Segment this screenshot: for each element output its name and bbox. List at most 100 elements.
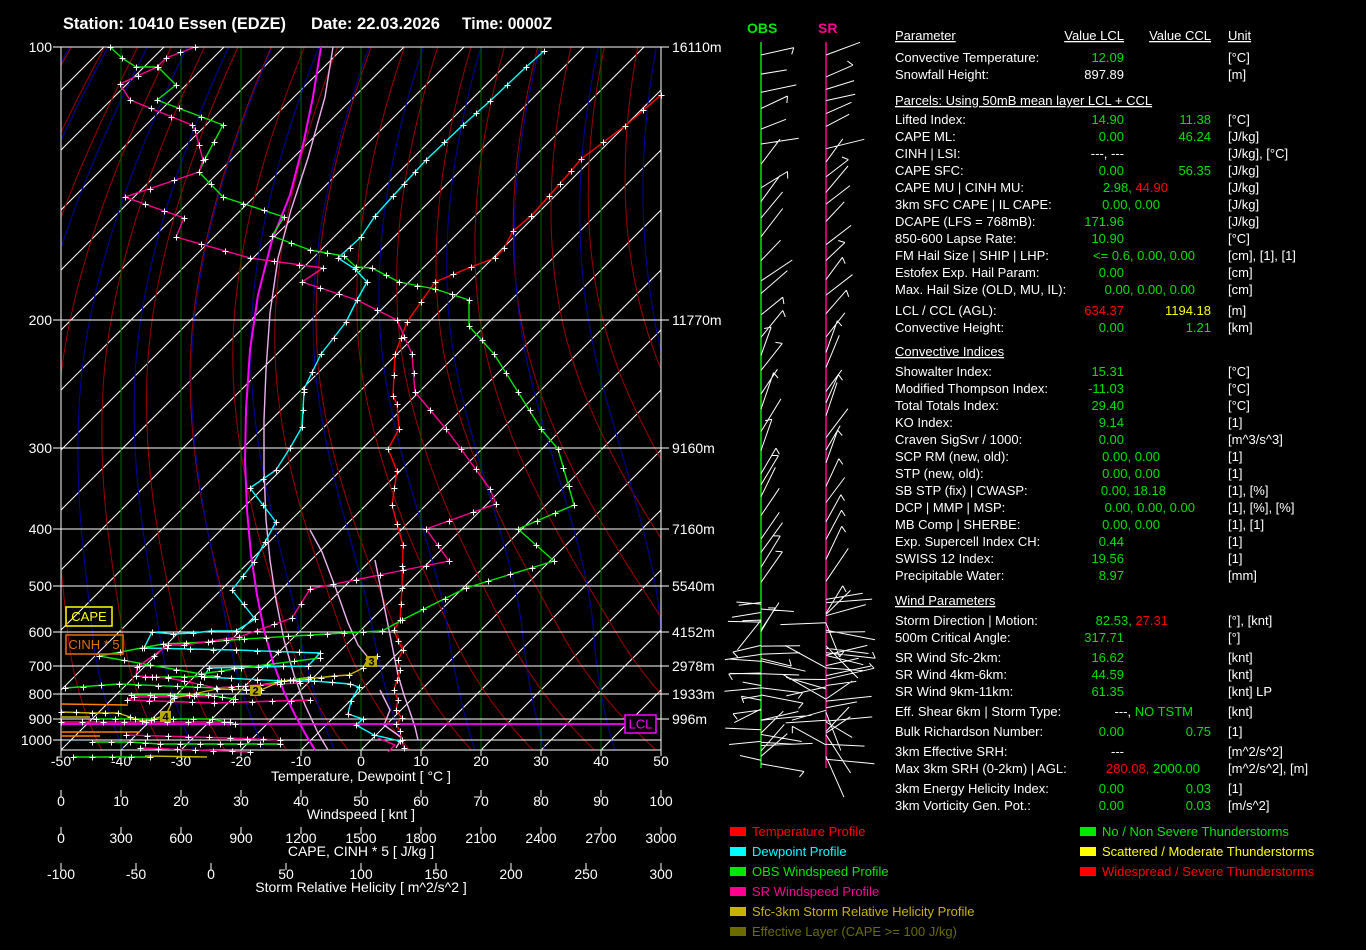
svg-text:KO Index:: KO Index: — [895, 415, 953, 430]
svg-text:200: 200 — [29, 312, 53, 328]
svg-text:600: 600 — [169, 830, 193, 846]
svg-text:OBS: OBS — [747, 20, 777, 36]
svg-text:CAPE ML:: CAPE ML: — [895, 129, 956, 144]
svg-text:16110m: 16110m — [672, 39, 722, 55]
svg-text:Modified Thompson Index:: Modified Thompson Index: — [895, 381, 1048, 396]
svg-text:100: 100 — [29, 39, 53, 55]
svg-text:11770m: 11770m — [672, 312, 722, 328]
svg-text:4: 4 — [162, 712, 169, 724]
svg-text:<= 0.6, 0.00, 0.00: <= 0.6, 0.00, 0.00 — [1093, 248, 1195, 263]
svg-text:Parameter: Parameter — [895, 28, 956, 43]
svg-text:SB STP (fix) | CWASP:: SB STP (fix) | CWASP: — [895, 483, 1028, 498]
svg-text:0: 0 — [57, 830, 65, 846]
svg-text:900: 900 — [229, 830, 253, 846]
svg-text:0.00, 0.00, 0.00: 0.00, 0.00, 0.00 — [1105, 500, 1195, 515]
svg-text:500: 500 — [29, 578, 53, 594]
svg-text:LCL / CCL (AGL):: LCL / CCL (AGL): — [895, 303, 997, 318]
svg-text:0.03: 0.03 — [1186, 798, 1211, 813]
svg-text:Effective Layer (CAPE >= 100 J: Effective Layer (CAPE >= 100 J/kg) — [752, 924, 957, 939]
svg-text:46.24: 46.24 — [1178, 129, 1211, 144]
svg-text:[1], [%], [%]: [1], [%], [%] — [1228, 500, 1294, 515]
svg-text:Snowfall Height:: Snowfall Height: — [895, 67, 989, 82]
svg-text:2: 2 — [252, 686, 258, 698]
svg-text:CINH | LSI:: CINH | LSI: — [895, 146, 961, 161]
svg-text:-100: -100 — [47, 866, 75, 882]
svg-text:[knt]: [knt] — [1228, 650, 1253, 665]
svg-text:[mm]: [mm] — [1228, 568, 1257, 583]
svg-text:[°C]: [°C] — [1228, 231, 1250, 246]
svg-text:2.98, 44.90: 2.98, 44.90 — [1103, 180, 1168, 195]
svg-text:SR Wind 4km-6km:: SR Wind 4km-6km: — [895, 667, 1007, 682]
svg-text:[°], [knt]: [°], [knt] — [1228, 613, 1272, 628]
svg-text:0.00: 0.00 — [1099, 724, 1124, 739]
svg-text:Total Totals Index:: Total Totals Index: — [895, 398, 999, 413]
svg-text:[°C]: [°C] — [1228, 398, 1250, 413]
svg-text:1.21: 1.21 — [1186, 320, 1211, 335]
svg-text:8.97: 8.97 — [1099, 568, 1124, 583]
svg-text:-11.03: -11.03 — [1088, 381, 1124, 396]
svg-text:280.08, 2000.00: 280.08, 2000.00 — [1106, 761, 1200, 776]
svg-text:0.00: 0.00 — [1099, 798, 1124, 813]
svg-text:29.40: 29.40 — [1091, 398, 1124, 413]
svg-text:50: 50 — [653, 753, 669, 769]
svg-text:LCL: LCL — [629, 717, 653, 732]
svg-text:---: --- — [1111, 744, 1124, 759]
svg-text:0: 0 — [357, 753, 365, 769]
svg-text:Wind Parameters: Wind Parameters — [895, 593, 996, 608]
svg-text:0.00, 0.00: 0.00, 0.00 — [1102, 466, 1160, 481]
svg-text:SR: SR — [818, 20, 837, 36]
svg-text:40: 40 — [593, 753, 609, 769]
svg-text:500m Critical Angle:: 500m Critical Angle: — [895, 630, 1011, 645]
svg-text:900: 900 — [29, 711, 53, 727]
svg-text:2100: 2100 — [465, 830, 496, 846]
svg-text:2700: 2700 — [585, 830, 616, 846]
svg-text:Convective Indices: Convective Indices — [895, 344, 1005, 359]
svg-text:[knt] LP: [knt] LP — [1228, 684, 1272, 699]
svg-text:300: 300 — [109, 830, 133, 846]
svg-text:SR Wind Sfc-2km:: SR Wind Sfc-2km: — [895, 650, 1001, 665]
svg-text:Station: 10410 Essen (EDZE): Station: 10410 Essen (EDZE) — [63, 14, 286, 33]
svg-text:0.00: 0.00 — [1099, 265, 1124, 280]
svg-text:12.09: 12.09 — [1091, 50, 1124, 65]
svg-text:200: 200 — [499, 866, 523, 882]
svg-text:CAPE, CINH * 5 [ J/kg ]: CAPE, CINH * 5 [ J/kg ] — [288, 843, 434, 859]
svg-text:3: 3 — [368, 657, 374, 669]
svg-text:---, ---: ---, --- — [1091, 146, 1124, 161]
svg-text:[m^3/s^3]: [m^3/s^3] — [1228, 432, 1283, 447]
svg-text:[°C]: [°C] — [1228, 50, 1250, 65]
svg-text:0: 0 — [57, 793, 65, 809]
svg-text:Max. Hail Size (OLD, MU, IL):: Max. Hail Size (OLD, MU, IL): — [895, 282, 1066, 297]
svg-text:CINH * 5: CINH * 5 — [68, 637, 119, 652]
svg-text:SCP RM (new, old):: SCP RM (new, old): — [895, 449, 1009, 464]
svg-text:Value LCL: Value LCL — [1064, 28, 1124, 43]
svg-text:Date: 22.03.2026: Date: 22.03.2026 — [311, 14, 440, 33]
svg-text:250: 250 — [574, 866, 598, 882]
svg-text:0.00, 0.00: 0.00, 0.00 — [1102, 517, 1160, 532]
svg-text:Parcels: Using 50mB mean layer: Parcels: Using 50mB mean layer LCL + CCL — [895, 93, 1152, 108]
svg-text:300: 300 — [649, 866, 673, 882]
svg-text:10: 10 — [413, 753, 429, 769]
svg-text:5540m: 5540m — [672, 578, 715, 594]
svg-text:[cm]: [cm] — [1228, 265, 1253, 280]
svg-text:16.62: 16.62 — [1091, 650, 1124, 665]
svg-text:[1]: [1] — [1228, 781, 1242, 796]
svg-text:[1], [%]: [1], [%] — [1228, 483, 1268, 498]
svg-text:Showalter Index:: Showalter Index: — [895, 364, 992, 379]
svg-text:Estofex Exp. Hail Param:: Estofex Exp. Hail Param: — [895, 265, 1040, 280]
svg-text:SWISS 12 Index:: SWISS 12 Index: — [895, 551, 994, 566]
svg-text:20: 20 — [473, 753, 489, 769]
svg-text:20: 20 — [173, 793, 189, 809]
svg-text:STP (new, old):: STP (new, old): — [895, 466, 984, 481]
svg-text:Storm Direction | Motion:: Storm Direction | Motion: — [895, 613, 1038, 628]
svg-text:3000: 3000 — [645, 830, 676, 846]
svg-text:[m/s^2]: [m/s^2] — [1228, 798, 1270, 813]
svg-text:61.35: 61.35 — [1091, 684, 1124, 699]
svg-text:Precipitable Water:: Precipitable Water: — [895, 568, 1004, 583]
svg-text:[1]: [1] — [1228, 466, 1242, 481]
svg-text:0.00: 0.00 — [1099, 320, 1124, 335]
svg-text:80: 80 — [533, 793, 549, 809]
svg-text:10: 10 — [113, 793, 129, 809]
svg-text:[J/kg]: [J/kg] — [1228, 163, 1259, 178]
svg-text:19.56: 19.56 — [1091, 551, 1124, 566]
svg-text:---, NO TSTM: ---, NO TSTM — [1115, 704, 1194, 719]
